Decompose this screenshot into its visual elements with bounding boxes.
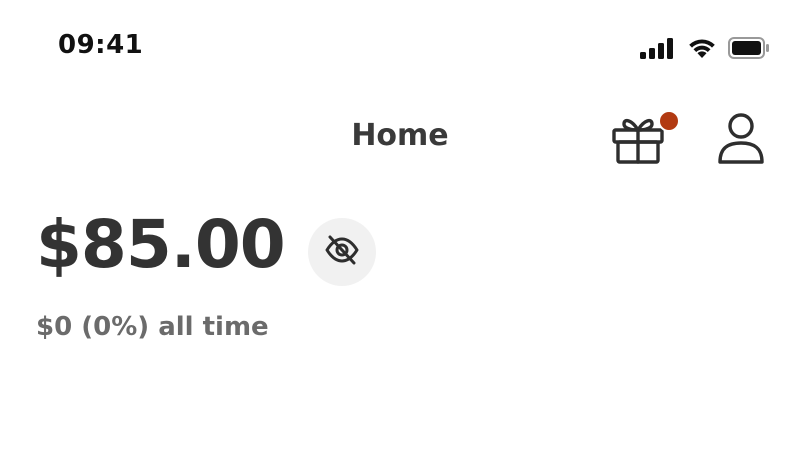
wifi-icon xyxy=(686,36,718,60)
profile-button[interactable] xyxy=(712,108,770,168)
hide-balance-button[interactable] xyxy=(308,218,376,286)
all-time-change: $0 (0%) all time xyxy=(36,312,269,342)
status-icons xyxy=(640,34,770,62)
cellular-signal-icon xyxy=(640,37,676,59)
user-icon xyxy=(712,108,770,168)
rewards-gift-button[interactable] xyxy=(608,108,680,168)
notification-dot xyxy=(658,110,680,132)
portfolio-balance: $85.00 xyxy=(36,206,286,283)
page-title: Home xyxy=(351,118,449,153)
battery-icon xyxy=(728,37,770,59)
home-screen: 09:41 Home $85.00 $0 (0%) all time xyxy=(0,0,800,450)
status-time: 09:41 xyxy=(58,30,144,60)
eye-slash-icon xyxy=(323,233,361,271)
